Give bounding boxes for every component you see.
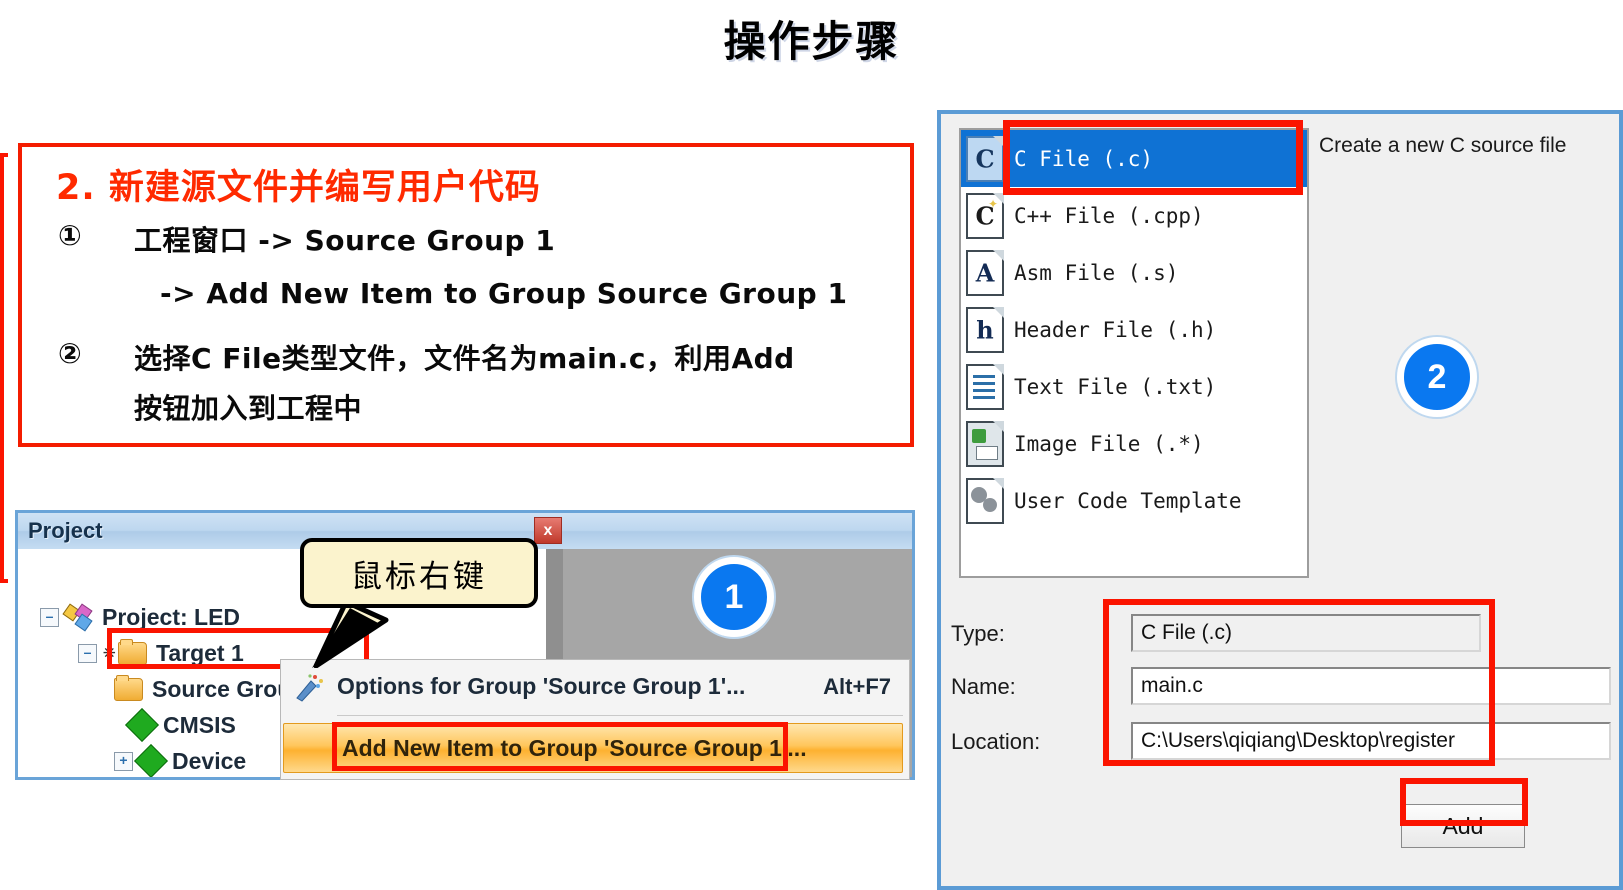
location-field-label: Location: xyxy=(951,729,1041,754)
file-type-item-cpp-file[interactable]: ✦ C C++ File (.cpp) xyxy=(961,187,1307,244)
file-type-item-image-file[interactable]: Image File (.*) xyxy=(961,415,1307,472)
instruction-item-1-line1: 工程窗口 -> Source Group 1 xyxy=(134,224,556,257)
file-type-label: Text File (.txt) xyxy=(1014,374,1217,399)
target-star-icon: ✳ xyxy=(103,644,116,662)
asm-file-icon: A xyxy=(966,249,1004,296)
header-file-icon: h xyxy=(966,306,1004,353)
component-diamond-icon xyxy=(125,708,159,742)
tree-item-cmsis[interactable]: CMSIS xyxy=(125,708,236,742)
left-edge-red-marker xyxy=(0,153,8,583)
callout-bubble: 鼠标右键 xyxy=(300,538,538,608)
tree-item-project-led[interactable]: – Project: LED xyxy=(40,600,240,634)
name-input[interactable]: main.c xyxy=(1131,667,1611,705)
tree-item-label: CMSIS xyxy=(163,711,236,738)
tree-item-label: Project: LED xyxy=(102,603,241,630)
file-type-label: User Code Template xyxy=(1014,488,1242,513)
wrench-wand-icon xyxy=(291,672,325,702)
file-type-item-asm-file[interactable]: A Asm File (.s) xyxy=(961,244,1307,301)
file-type-item-header-file[interactable]: h Header File (.h) xyxy=(961,301,1307,358)
tree-item-device[interactable]: + Device xyxy=(114,744,247,777)
file-type-label: Image File (.*) xyxy=(1014,431,1204,456)
add-button[interactable]: Add xyxy=(1401,804,1525,848)
menu-item-label: Options for Group 'Source Group 1'... xyxy=(337,673,746,699)
instruction-item-2-line2: 按钮加入到工程中 xyxy=(134,392,363,425)
project-window-title: Project xyxy=(28,518,103,543)
type-field-value: C File (.c) xyxy=(1131,614,1481,652)
folder-icon xyxy=(118,638,147,665)
add-new-item-dialog: C C File (.c) ✦ C C++ File (.cpp) A Asm F… xyxy=(937,110,1623,890)
type-field-label: Type: xyxy=(951,621,1005,646)
file-type-list[interactable]: C C File (.c) ✦ C C++ File (.cpp) A Asm F… xyxy=(959,128,1309,578)
instruction-panel: 2. 新建源文件并编写用户代码 ① 工程窗口 -> Source Group 1… xyxy=(18,143,914,447)
instruction-item-1-line2: -> Add New Item to Group Source Group 1 xyxy=(160,277,848,310)
cpp-file-icon: ✦ C xyxy=(966,192,1004,239)
menu-divider xyxy=(337,715,903,716)
project-icon xyxy=(62,603,93,632)
instruction-item-2-line1: 选择C File类型文件，文件名为main.c，利用Add xyxy=(134,342,795,375)
name-field-label: Name: xyxy=(951,674,1016,699)
callout-tail xyxy=(312,599,389,668)
tree-item-label: Device xyxy=(172,747,247,774)
folder-icon xyxy=(114,674,143,701)
menu-item-shortcut: Alt+F7 xyxy=(823,673,891,699)
instruction-item-1-marker: ① xyxy=(58,219,83,252)
user-code-template-icon xyxy=(966,477,1004,524)
file-type-label: Header File (.h) xyxy=(1014,317,1217,342)
location-input[interactable]: C:\Users\qiqiang\Desktop\register xyxy=(1131,722,1611,760)
close-icon[interactable]: x xyxy=(534,517,562,544)
collapse-icon[interactable]: – xyxy=(40,607,59,627)
file-type-item-c-file[interactable]: C C File (.c) xyxy=(961,130,1307,187)
menu-item-add-new-item[interactable]: Add New Item to Group 'Source Group 1'..… xyxy=(283,723,903,773)
file-type-description: Create a new C source file xyxy=(1319,134,1567,157)
page-title: 操作步骤 xyxy=(723,17,900,66)
file-type-item-user-code-template[interactable]: User Code Template xyxy=(961,472,1307,529)
image-file-icon xyxy=(966,420,1004,467)
tree-item-target-1[interactable]: – ✳ Target 1 xyxy=(78,636,244,670)
text-file-icon xyxy=(966,363,1004,410)
c-file-icon: C xyxy=(966,135,1004,182)
step-badge-1: 1 xyxy=(694,557,774,637)
component-diamond-icon xyxy=(134,744,168,777)
step-badge-2: 2 xyxy=(1397,337,1477,417)
file-type-label: Asm File (.s) xyxy=(1014,260,1179,285)
file-type-item-text-file[interactable]: Text File (.txt) xyxy=(961,358,1307,415)
instruction-heading: 2. 新建源文件并编写用户代码 xyxy=(56,168,541,208)
callout-text: 鼠标右键 xyxy=(351,558,487,595)
file-type-label: C++ File (.cpp) xyxy=(1014,203,1204,228)
collapse-icon[interactable]: – xyxy=(78,643,97,663)
menu-item-label: Add New Item to Group 'Source Group 1'..… xyxy=(342,734,807,761)
tree-item-label: Target 1 xyxy=(156,639,244,666)
file-type-label: C File (.c) xyxy=(1014,146,1154,171)
expand-icon[interactable]: + xyxy=(114,751,133,771)
instruction-item-2-marker: ② xyxy=(58,337,83,370)
context-menu: Options for Group 'Source Group 1'... Al… xyxy=(280,659,910,780)
